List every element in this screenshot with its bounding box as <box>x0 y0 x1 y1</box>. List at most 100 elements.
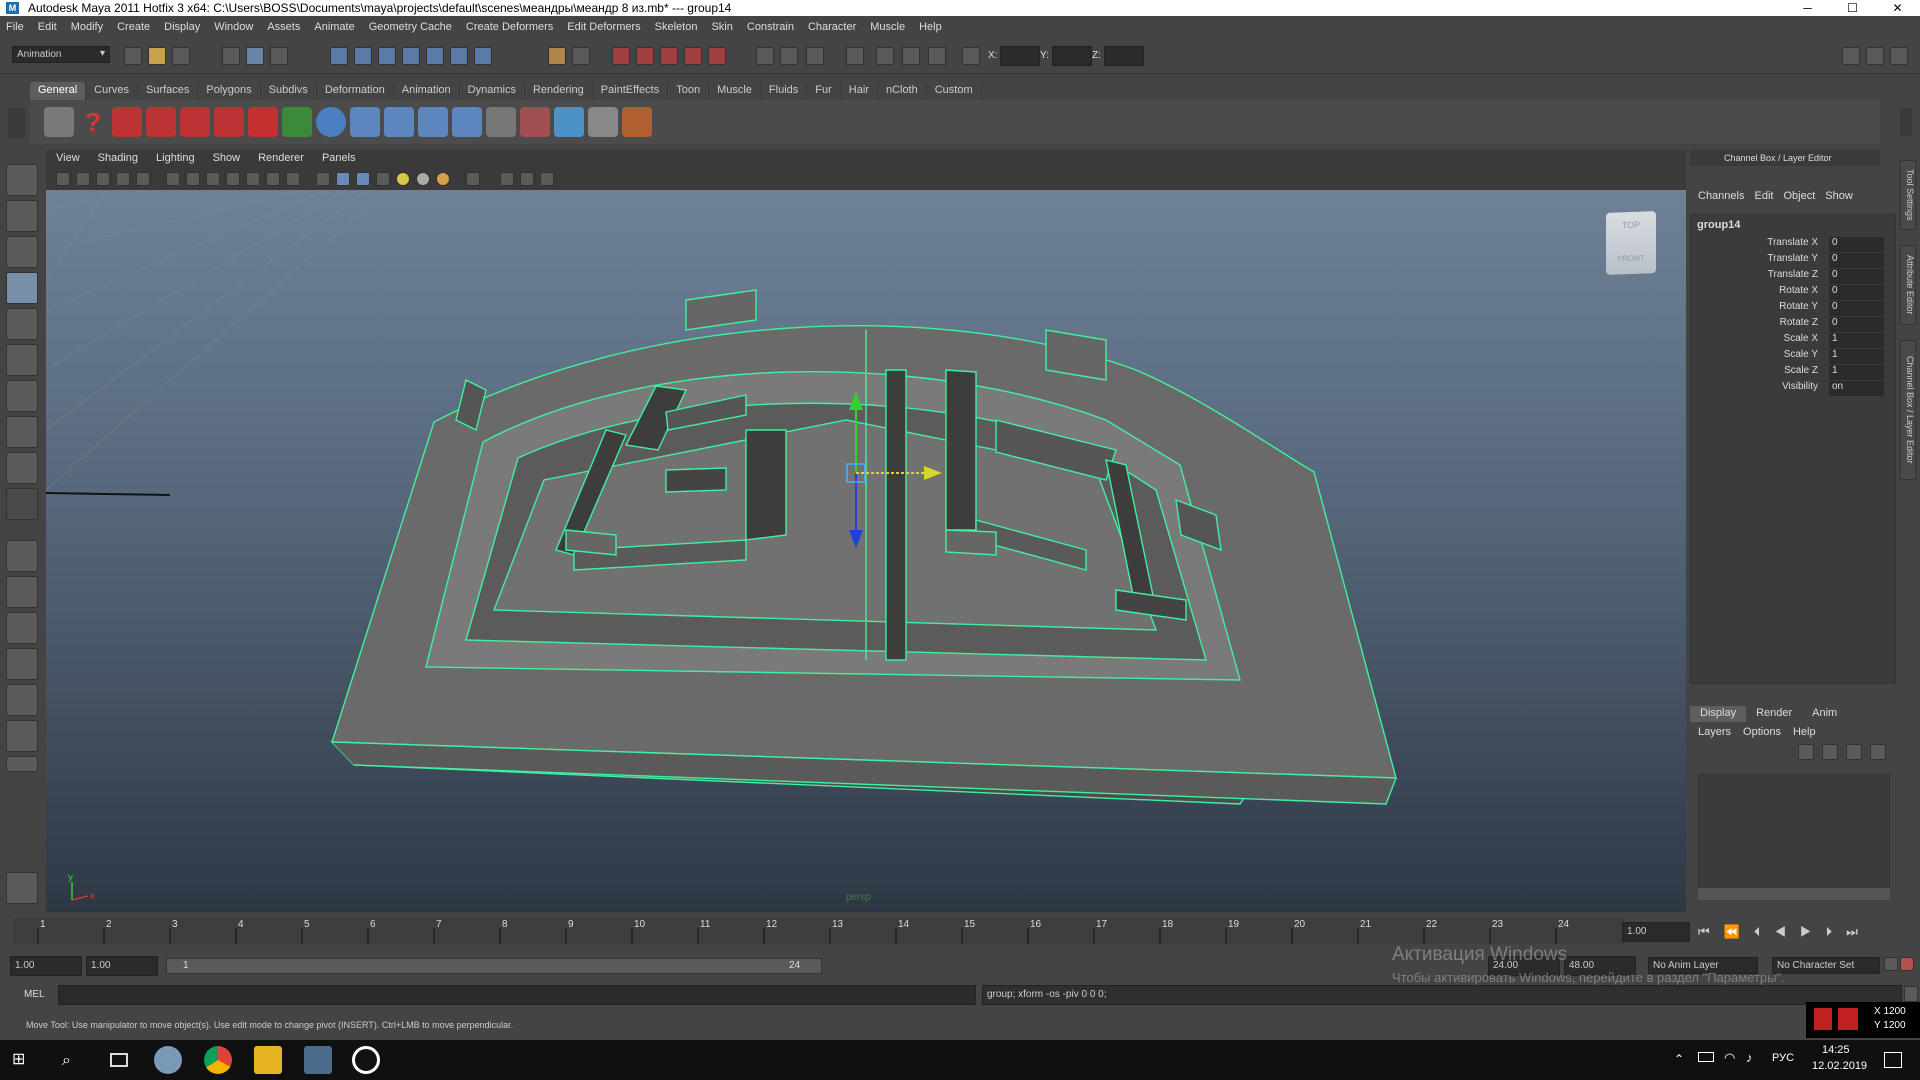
panel-menu-view[interactable]: View <box>56 152 80 168</box>
windows-start-icon[interactable]: ⊞ <box>12 1052 28 1068</box>
menu-modify[interactable]: Modify <box>71 21 103 33</box>
persp-graph-layout-icon[interactable] <box>6 648 38 680</box>
maximize-button[interactable]: ☐ <box>1830 0 1875 16</box>
resolution-gate-icon[interactable] <box>206 172 220 186</box>
menu-edit-deformers[interactable]: Edit Deformers <box>567 21 640 33</box>
layer-tab-render[interactable]: Render <box>1746 706 1802 722</box>
step-back-frame-icon[interactable]: ⏴ <box>1754 924 1775 939</box>
menu-character[interactable]: Character <box>808 21 856 33</box>
menu-geometry-cache[interactable]: Geometry Cache <box>369 21 452 33</box>
play-forward-icon[interactable]: ▶ <box>1800 924 1826 939</box>
side-tab-channel-box[interactable]: Channel Box / Layer Editor <box>1900 340 1916 480</box>
panel-menu-renderer[interactable]: Renderer <box>258 152 304 168</box>
frame-all-icon[interactable] <box>520 172 534 186</box>
menu-animate[interactable]: Animate <box>314 21 354 33</box>
hypershade-icon[interactable] <box>684 47 702 65</box>
textured-icon[interactable] <box>376 172 390 186</box>
save-scene-icon[interactable] <box>172 47 190 65</box>
wireframe-icon[interactable] <box>316 172 330 186</box>
menu-set-dropdown[interactable]: Animation ▾ <box>12 46 110 63</box>
safe-action-icon[interactable] <box>266 172 280 186</box>
menu-help[interactable]: Help <box>919 21 942 33</box>
clock-date[interactable]: 12.02.2019 <box>1812 1060 1867 1072</box>
move-tool-icon[interactable] <box>6 272 38 304</box>
shelf-arrow-icon[interactable] <box>282 107 312 137</box>
shelf-list-icon[interactable] <box>486 107 516 137</box>
shadows-icon[interactable] <box>436 172 450 186</box>
new-scene-icon[interactable] <box>124 47 142 65</box>
shelf-tab-rendering[interactable]: Rendering <box>525 82 593 100</box>
menu-assets[interactable]: Assets <box>267 21 300 33</box>
channel-row[interactable]: Translate Z 0 <box>1691 269 1886 285</box>
four-view-layout-icon[interactable] <box>6 576 38 608</box>
playback-start-field[interactable]: 1.00 <box>86 956 158 976</box>
modeling-toolkit-icon[interactable] <box>756 47 774 65</box>
shelf-ik-icon[interactable] <box>384 107 414 137</box>
channel-row[interactable]: Translate X 0 <box>1691 237 1886 253</box>
battery-icon[interactable] <box>1698 1052 1714 1062</box>
output-ops-icon[interactable] <box>572 47 590 65</box>
task-view-icon[interactable] <box>110 1053 128 1067</box>
two-d-pan-icon[interactable] <box>136 172 150 186</box>
layer-menu-help[interactable]: Help <box>1793 726 1816 738</box>
toggle-layout-icon[interactable] <box>1842 47 1860 65</box>
menu-create-deformers[interactable]: Create Deformers <box>466 21 553 33</box>
shelf-tab-animation[interactable]: Animation <box>394 82 460 100</box>
channel-value[interactable]: 0 <box>1829 253 1884 268</box>
all-lights-icon[interactable] <box>416 172 430 186</box>
auto-key-icon[interactable] <box>1884 957 1898 971</box>
safe-title-icon[interactable] <box>286 172 300 186</box>
channel-row[interactable]: Rotate Z 0 <box>1691 317 1886 333</box>
side-tab-tool-settings[interactable]: Tool Settings <box>1900 160 1916 230</box>
channel-value[interactable]: 1 <box>1829 333 1884 348</box>
layer-new-empty-icon[interactable] <box>1798 744 1814 760</box>
layer-menu-options[interactable]: Options <box>1743 726 1781 738</box>
preferences-icon[interactable] <box>1900 957 1914 971</box>
field-chart-icon[interactable] <box>246 172 260 186</box>
channelbox-menu-edit[interactable]: Edit <box>1754 190 1773 206</box>
shelf-tab-curves[interactable]: Curves <box>86 82 138 100</box>
universal-manip-icon[interactable] <box>6 380 38 412</box>
panel-menu-shading[interactable]: Shading <box>98 152 138 168</box>
graph-editor-icon[interactable] <box>876 47 894 65</box>
smooth-shade-icon[interactable] <box>336 172 350 186</box>
last-tool-icon[interactable] <box>6 488 38 520</box>
clock-time[interactable]: 14:25 <box>1822 1044 1850 1056</box>
snap-view-icon[interactable] <box>402 47 420 65</box>
render-view-icon[interactable] <box>708 47 726 65</box>
step-back-key-icon[interactable]: ⏪ <box>1724 924 1754 939</box>
question-icon[interactable] <box>474 47 492 65</box>
shelf-cube-icon[interactable] <box>588 107 618 137</box>
shelf-lattice-icon[interactable] <box>554 107 584 137</box>
scale-tool-icon[interactable] <box>6 344 38 376</box>
shelf-deform-icon[interactable] <box>214 107 244 137</box>
tray-chevron-icon[interactable]: ⌃ <box>1674 1052 1684 1066</box>
maya-taskbar-icon[interactable] <box>304 1046 332 1074</box>
render-frame-icon[interactable] <box>612 47 630 65</box>
shelf-tab-subdivs[interactable]: Subdivs <box>261 82 317 100</box>
shelf-tab-painteffects[interactable]: PaintEffects <box>593 82 669 100</box>
trax-icon[interactable] <box>928 47 946 65</box>
menu-create[interactable]: Create <box>117 21 150 33</box>
shelf-bind-icon[interactable] <box>418 107 448 137</box>
perspective-viewport[interactable]: y x TOP FRONT persp <box>45 189 1686 912</box>
time-slider[interactable]: 1 2 3 4 5 6 7 8 9 10 11 12 13 14 15 16 17 18 19 20 21 22 23 24 … <box>0 916 1920 948</box>
obs-icon[interactable] <box>352 1046 380 1074</box>
channel-value[interactable]: 1 <box>1829 349 1884 364</box>
frame-selected-icon[interactable] <box>540 172 554 186</box>
attribute-icon[interactable] <box>780 47 798 65</box>
panel-menu-lighting[interactable]: Lighting <box>156 152 195 168</box>
layer-tab-display[interactable]: Display <box>1690 706 1747 722</box>
side-tab-attribute-editor[interactable]: Attribute Editor <box>1900 245 1916 325</box>
shelf-joint-icon[interactable] <box>350 107 380 137</box>
snap-curve-icon[interactable] <box>354 47 372 65</box>
layer-move-up-icon[interactable] <box>1846 744 1862 760</box>
shelf-sphere-icon[interactable] <box>316 107 346 137</box>
camera-attr-icon[interactable] <box>76 172 90 186</box>
channel-value[interactable]: on <box>1829 381 1884 396</box>
outliner-icon[interactable] <box>846 47 864 65</box>
menu-edit[interactable]: Edit <box>38 21 57 33</box>
input-ops-icon[interactable] <box>548 47 566 65</box>
close-button[interactable]: ✕ <box>1875 0 1920 16</box>
go-to-end-icon[interactable]: ⏭ <box>1846 924 1872 939</box>
